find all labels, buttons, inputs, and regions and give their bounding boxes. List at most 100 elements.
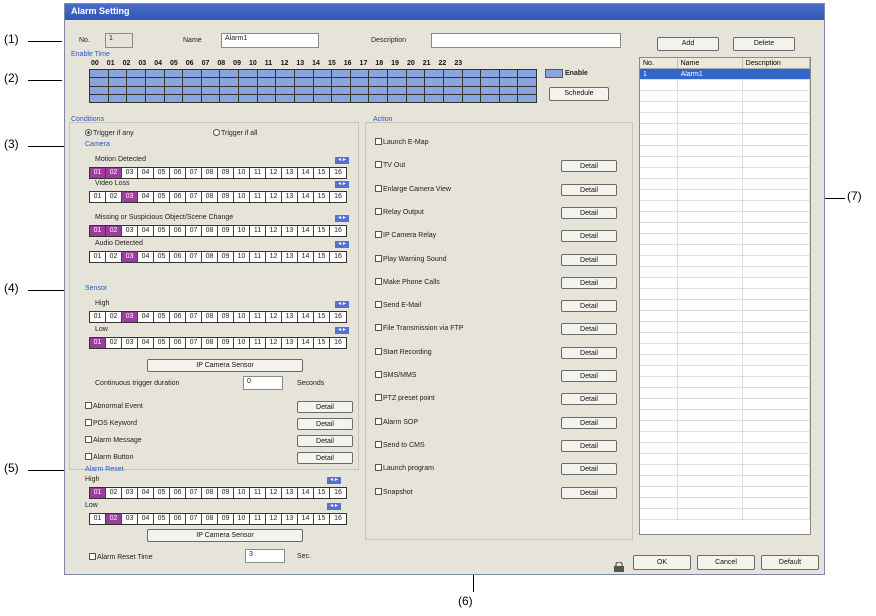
channel-cell[interactable]: 06 — [170, 192, 186, 202]
channel-cell[interactable]: 12 — [266, 338, 282, 348]
channel-cell[interactable]: 11 — [250, 488, 266, 498]
action-checkbox[interactable]: IP Camera Relay — [375, 231, 436, 239]
channel-cell[interactable]: 09 — [218, 312, 234, 322]
trigger-if-all-radio[interactable]: Trigger if all — [213, 129, 257, 137]
time-slot[interactable] — [183, 70, 201, 78]
time-slot[interactable] — [164, 86, 183, 94]
time-slot[interactable] — [499, 78, 518, 86]
time-slot[interactable] — [369, 78, 387, 86]
time-slot[interactable] — [332, 78, 350, 86]
channel-cell[interactable]: 01 — [90, 312, 106, 322]
alarm-button-checkbox[interactable]: Alarm Button — [85, 453, 133, 461]
time-slot[interactable] — [369, 86, 387, 94]
time-slot[interactable] — [443, 70, 462, 78]
channel-cell[interactable]: 14 — [298, 514, 314, 524]
channel-cell[interactable]: 05 — [154, 226, 170, 236]
time-slot[interactable] — [145, 86, 164, 94]
time-slot[interactable] — [220, 94, 238, 102]
time-slot[interactable] — [239, 78, 257, 86]
action-detail-button[interactable]: Detail — [561, 393, 617, 406]
channel-cell[interactable]: 01 — [90, 488, 106, 498]
reset-ip-camera-sensor-button[interactable]: IP Camera Sensor — [147, 529, 303, 542]
time-slot[interactable] — [239, 70, 257, 78]
channel-cell[interactable]: 15 — [314, 488, 330, 498]
time-slot[interactable] — [499, 70, 518, 78]
channel-cell[interactable]: 05 — [154, 168, 170, 178]
sensor-high-arrows[interactable]: ◂ ▸ — [335, 301, 349, 308]
ip-camera-sensor-button[interactable]: IP Camera Sensor — [147, 359, 303, 372]
schedule-button[interactable]: Schedule — [549, 87, 609, 101]
time-slot[interactable] — [332, 94, 350, 102]
channel-cell[interactable]: 10 — [234, 168, 250, 178]
action-detail-button[interactable]: Detail — [561, 206, 617, 219]
channel-cell[interactable]: 11 — [250, 312, 266, 322]
channel-cell[interactable]: 13 — [282, 168, 298, 178]
time-slot[interactable] — [425, 78, 443, 86]
time-slot[interactable] — [127, 70, 145, 78]
channel-cell[interactable]: 06 — [170, 168, 186, 178]
channel-cell[interactable]: 16 — [330, 192, 346, 202]
time-slot[interactable] — [313, 94, 332, 102]
channel-cell[interactable]: 06 — [170, 252, 186, 262]
channel-cell[interactable]: 11 — [250, 226, 266, 236]
time-slot[interactable] — [518, 70, 536, 78]
channel-cell[interactable]: 02 — [106, 168, 122, 178]
time-slot[interactable] — [388, 86, 406, 94]
time-slot[interactable] — [183, 86, 201, 94]
time-slot[interactable] — [108, 86, 127, 94]
channel-cell[interactable]: 04 — [138, 488, 154, 498]
channel-cell[interactable]: 05 — [154, 192, 170, 202]
time-slot[interactable] — [481, 94, 499, 102]
time-slot[interactable] — [443, 78, 462, 86]
channel-cell[interactable]: 09 — [218, 192, 234, 202]
channel-cell[interactable]: 03 — [122, 252, 138, 262]
time-slot[interactable] — [425, 70, 443, 78]
action-detail-button[interactable]: Detail — [561, 439, 617, 452]
reset-high-arrows[interactable]: ◂ ▸ — [327, 477, 341, 484]
time-slot[interactable] — [481, 78, 499, 86]
channel-cell[interactable]: 06 — [170, 488, 186, 498]
time-slot[interactable] — [276, 70, 294, 78]
time-slot[interactable] — [257, 94, 276, 102]
time-slot[interactable] — [406, 78, 425, 86]
time-slot[interactable] — [90, 78, 108, 86]
action-checkbox[interactable]: File Transmission via FTP — [375, 324, 464, 332]
time-slot[interactable] — [220, 70, 238, 78]
time-slot[interactable] — [350, 70, 369, 78]
channel-cell[interactable]: 06 — [170, 338, 186, 348]
channel-cell[interactable]: 15 — [314, 514, 330, 524]
time-slot[interactable] — [499, 86, 518, 94]
channel-cell[interactable]: 16 — [330, 312, 346, 322]
channel-cell[interactable]: 12 — [266, 168, 282, 178]
time-slot[interactable] — [90, 86, 108, 94]
alarm-list-row[interactable]: 1 Alarm1 — [640, 69, 810, 80]
channel-cell[interactable]: 05 — [154, 338, 170, 348]
time-slot[interactable] — [183, 78, 201, 86]
time-slot[interactable] — [443, 94, 462, 102]
time-slot[interactable] — [406, 70, 425, 78]
channel-cell[interactable]: 03 — [122, 488, 138, 498]
channel-cell[interactable]: 12 — [266, 514, 282, 524]
ok-button[interactable]: OK — [633, 555, 691, 570]
time-slot[interactable] — [220, 78, 238, 86]
channel-cell[interactable]: 02 — [106, 192, 122, 202]
channel-cell[interactable]: 08 — [202, 168, 218, 178]
default-button[interactable]: Default — [761, 555, 819, 570]
time-slot[interactable] — [294, 70, 313, 78]
channel-cell[interactable]: 14 — [298, 252, 314, 262]
action-checkbox[interactable]: Send E-Mail — [375, 301, 421, 309]
abnormal-event-detail-button[interactable]: Detail — [297, 401, 353, 413]
channel-cell[interactable]: 13 — [282, 192, 298, 202]
time-slot[interactable] — [350, 78, 369, 86]
channel-cell[interactable]: 08 — [202, 488, 218, 498]
time-slot[interactable] — [145, 94, 164, 102]
action-checkbox[interactable]: PTZ preset point — [375, 394, 435, 402]
abnormal-event-checkbox[interactable]: Abnormal Event — [85, 402, 143, 410]
action-checkbox[interactable]: Send to CMS — [375, 440, 425, 449]
channel-cell[interactable]: 01 — [90, 338, 106, 348]
channel-cell[interactable]: 07 — [186, 312, 202, 322]
channel-cell[interactable]: 07 — [186, 252, 202, 262]
channel-cell[interactable]: 04 — [138, 338, 154, 348]
pos-keyword-detail-button[interactable]: Detail — [297, 418, 353, 430]
channel-cell[interactable]: 05 — [154, 488, 170, 498]
